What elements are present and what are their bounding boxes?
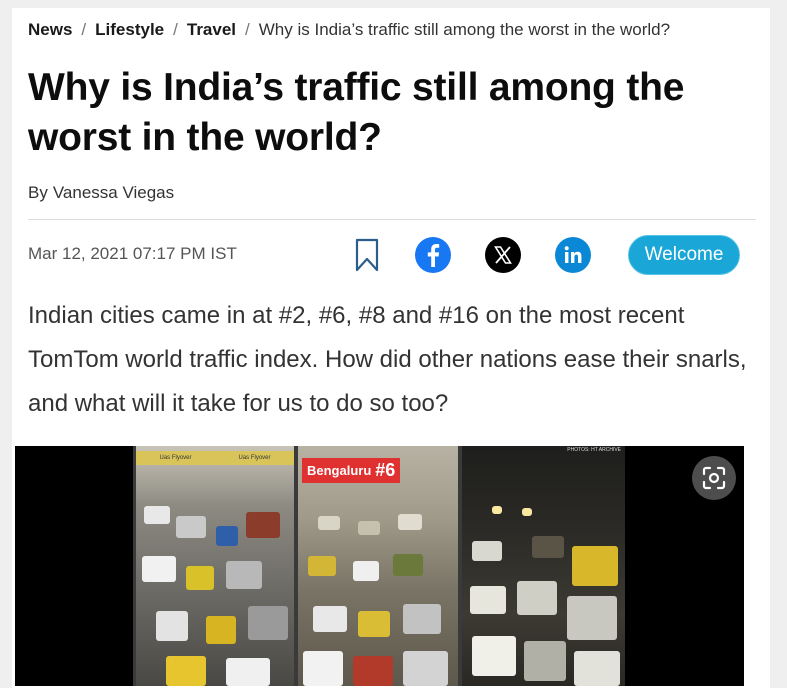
facebook-icon[interactable] — [415, 237, 451, 273]
car — [166, 656, 206, 686]
car — [470, 586, 506, 614]
car — [472, 636, 516, 676]
byline-prefix: By — [28, 183, 48, 202]
bus — [572, 546, 618, 586]
author-name[interactable]: Vanessa Viegas — [53, 183, 174, 203]
car — [517, 581, 557, 615]
breadcrumb-lifestyle[interactable]: Lifestyle — [95, 20, 164, 40]
car — [186, 566, 214, 590]
headlight — [492, 506, 502, 514]
car — [524, 641, 566, 681]
car — [206, 616, 236, 644]
traffic-photo-collage: Uas Flyover Uas Flyover Bengaluru #6 PHO… — [133, 446, 625, 686]
car — [226, 561, 262, 589]
flyover-label: Uas Flyover — [238, 455, 271, 461]
car — [403, 651, 448, 686]
article-summary: Indian cities came in at #2, #6, #8 and … — [28, 302, 747, 417]
breadcrumb-travel[interactable]: Travel — [187, 20, 236, 40]
car — [472, 541, 502, 561]
flyover-label: Uas Flyover — [159, 455, 192, 461]
car — [226, 658, 270, 686]
article-meta-row: Mar 12, 2021 07:17 PM IST Welcome — [28, 234, 756, 276]
x-icon[interactable] — [485, 237, 521, 273]
car — [358, 521, 380, 535]
photo-panel-mumbai: Uas Flyover Uas Flyover — [136, 446, 294, 686]
image-search-icon[interactable] — [692, 456, 736, 500]
headlight — [522, 508, 532, 516]
car — [353, 656, 393, 686]
car — [403, 604, 441, 634]
breadcrumb: News / Lifestyle / Travel / Why is India… — [28, 20, 670, 40]
breadcrumb-current: Why is India’s traffic still among the w… — [258, 20, 671, 39]
car — [393, 554, 423, 576]
car — [353, 561, 379, 581]
car — [246, 512, 280, 538]
car — [318, 516, 340, 530]
car — [156, 611, 188, 641]
divider — [28, 219, 756, 220]
linkedin-icon[interactable] — [555, 237, 591, 273]
bookmark-icon[interactable] — [354, 237, 380, 273]
photo-panel-night: PHOTOS: HT ARCHIVE — [462, 446, 625, 686]
welcome-button[interactable]: Welcome — [628, 235, 740, 275]
car — [248, 606, 288, 640]
car — [176, 516, 206, 538]
photo-panel-bengaluru: Bengaluru #6 — [298, 446, 458, 686]
car — [216, 526, 238, 546]
car — [144, 506, 170, 524]
breadcrumb-separator: / — [173, 20, 178, 39]
breadcrumb-news[interactable]: News — [28, 20, 72, 40]
city-rank: #6 — [375, 460, 396, 480]
car — [303, 651, 343, 686]
car — [308, 556, 336, 576]
car — [398, 514, 422, 530]
car — [142, 556, 176, 582]
article-title: Why is India’s traffic still among the w… — [28, 66, 685, 159]
city-label: Bengaluru #6 — [302, 458, 401, 483]
car — [313, 606, 347, 632]
breadcrumb-separator: / — [81, 20, 87, 39]
car — [574, 651, 620, 686]
byline: By Vanessa Viegas — [28, 183, 174, 203]
flyover-sign: Uas Flyover Uas Flyover — [136, 451, 294, 465]
car — [532, 536, 564, 558]
publish-date: Mar 12, 2021 07:17 PM IST — [28, 244, 237, 263]
photo-credit: PHOTOS: HT ARCHIVE — [567, 447, 621, 453]
article-image[interactable]: Uas Flyover Uas Flyover Bengaluru #6 PHO… — [15, 446, 744, 686]
car — [567, 596, 617, 640]
breadcrumb-separator: / — [245, 20, 250, 39]
city-name: Bengaluru — [307, 463, 372, 478]
car — [358, 611, 390, 637]
